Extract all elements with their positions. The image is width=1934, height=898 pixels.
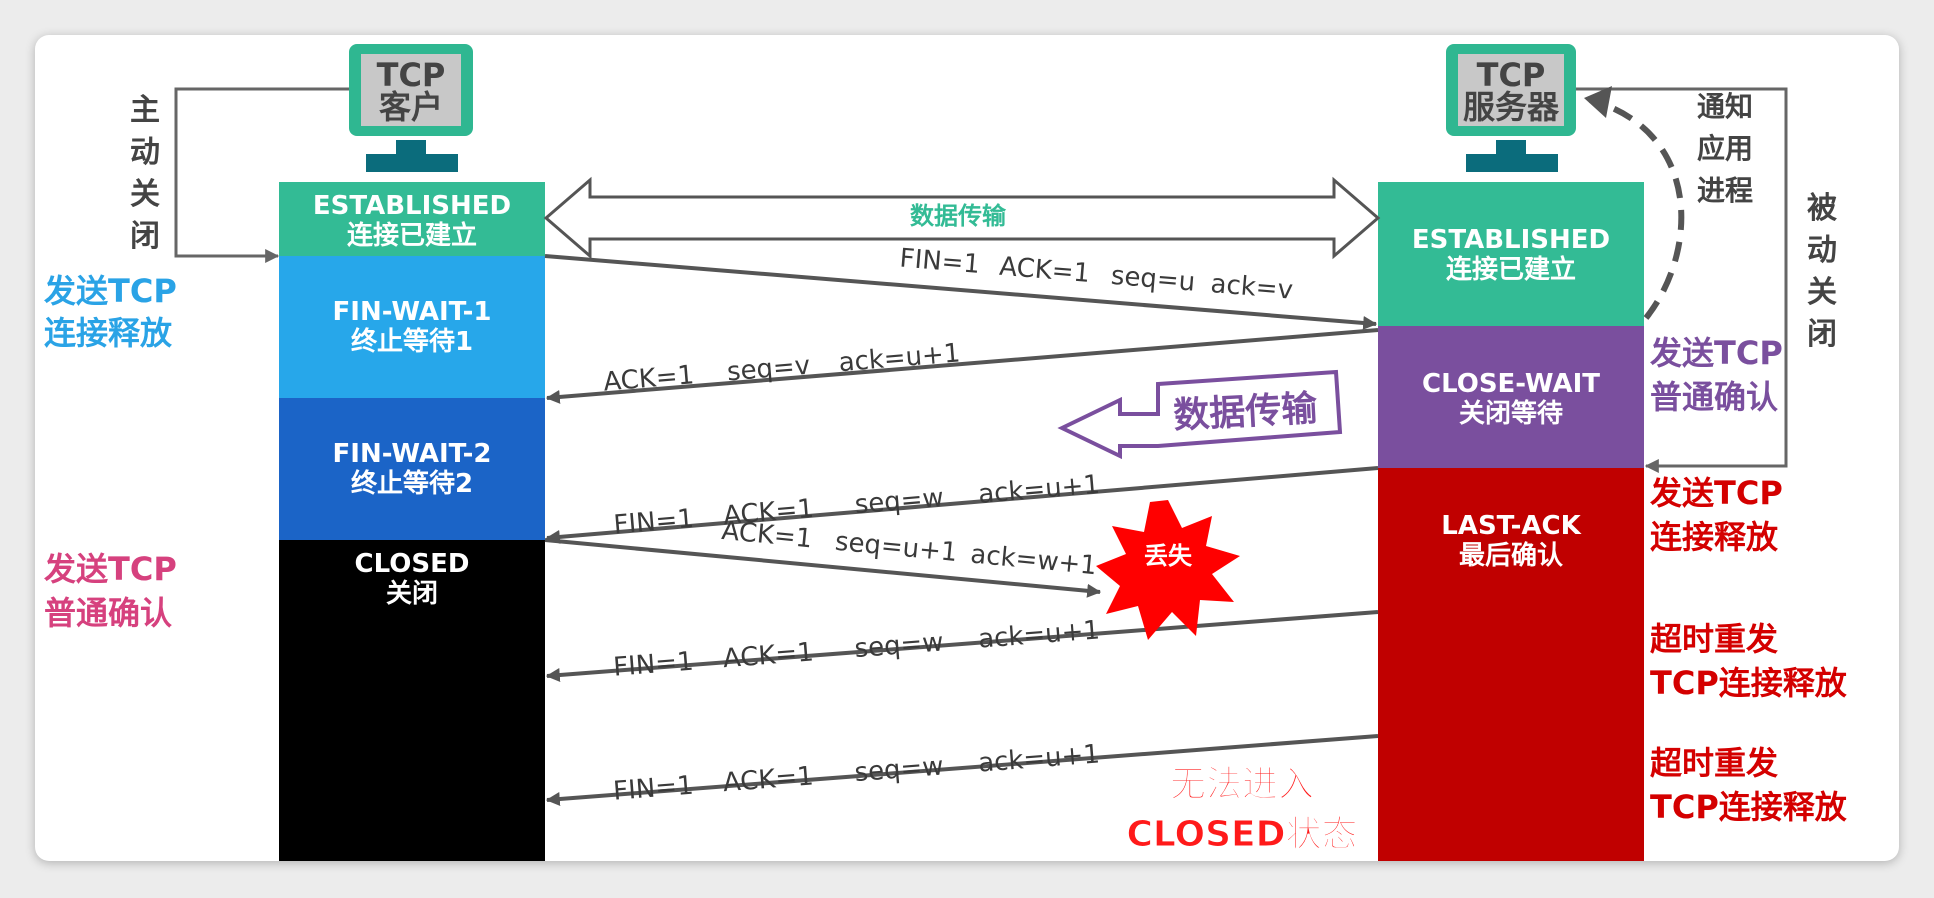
svg-text:ACK=1: ACK=1 (722, 761, 815, 798)
server-established-sub: 连接已建立 (1446, 254, 1576, 285)
client-established-sub: 连接已建立 (347, 220, 477, 251)
server-last-ack-sub: 最后确认 (1459, 540, 1563, 571)
svg-text:FIN=1: FIN=1 (612, 647, 694, 683)
svg-text:ack=v: ack=v (1209, 269, 1294, 306)
client-fin-wait-1-name: FIN-WAIT-1 (333, 297, 492, 327)
client-closed-sub: 关闭 (386, 579, 438, 609)
svg-text:FIN=1: FIN=1 (612, 504, 695, 541)
msg-label-fin-client: FIN=1 ACK=1 seq=u ack=v (898, 243, 1294, 305)
diagram-card: TCP 客户 TCP 服务器 主 动 关 闭 被 动 关 闭 通知 应用 进程 (35, 35, 1899, 861)
msg-label-fin-retransmit-2: FIN=1 ACK=1 seq=w ack=u+1 (612, 739, 1101, 806)
client-fin-wait-2-sub: 终止等待2 (351, 468, 473, 499)
active-close-char-3: 关 (130, 177, 160, 212)
data-transfer-double-arrow: 数据传输 (543, 176, 1381, 260)
left-note-release-line2: 连接释放 (44, 314, 173, 352)
data-transfer-label: 数据传输 (910, 202, 1007, 230)
svg-text:seq=v: seq=v (726, 351, 811, 388)
cannot-enter-closed-note: 无法进入 CLOSED状态 (1126, 764, 1358, 856)
passive-close-char-1: 被 (1807, 191, 1837, 226)
notify-app-line3: 进程 (1697, 174, 1753, 207)
svg-text:ack=u+1: ack=u+1 (977, 470, 1101, 510)
svg-text:FIN=1: FIN=1 (612, 771, 694, 807)
server-close-wait-sub: 关闭等待 (1459, 398, 1563, 429)
server-state-column: ESTABLISHED 连接已建立 CLOSE-WAIT 关闭等待 LAST-A… (1378, 182, 1644, 861)
svg-text:ack=u+1: ack=u+1 (837, 338, 961, 378)
right-note-ack-line1: 发送TCP (1650, 334, 1783, 372)
passive-close-char-4: 闭 (1807, 317, 1837, 352)
svg-text:seq=w: seq=w (854, 483, 945, 520)
server-last-ack-name: LAST-ACK (1441, 511, 1581, 541)
right-note-retransmit-1-line1: 超时重发 (1650, 620, 1778, 658)
server-data-transfer-callout: 数据传输 (1057, 369, 1343, 460)
passive-close-char-2: 动 (1807, 233, 1837, 268)
cannot-enter-line2: CLOSED状态 (1126, 814, 1357, 855)
right-note-release-line2: 连接释放 (1650, 518, 1779, 556)
svg-text:seq=w: seq=w (854, 627, 945, 664)
svg-text:seq=u+1: seq=u+1 (834, 527, 959, 568)
svg-text:ACK=1: ACK=1 (722, 637, 815, 674)
client-state-column: ESTABLISHED 连接已建立 FIN-WAIT-1 终止等待1 FIN-W… (279, 182, 545, 861)
server-close-wait-name: CLOSE-WAIT (1422, 369, 1600, 399)
lost-burst-icon: 丢失 (1096, 500, 1240, 640)
tcp-four-way-handshake-diagram: TCP 客户 TCP 服务器 主 动 关 闭 被 动 关 闭 通知 应用 进程 (44, 44, 1848, 861)
client-fin-wait-1-sub: 终止等待1 (351, 326, 473, 357)
svg-text:ack=u+1: ack=u+1 (977, 615, 1101, 654)
server-monitor-line2: 服务器 (1463, 88, 1560, 126)
svg-text:ack=w+1: ack=w+1 (969, 539, 1098, 581)
active-close-char-1: 主 (130, 93, 160, 128)
cannot-enter-line1: 无法进入 (1170, 764, 1314, 805)
right-notes: 发送TCP 普通确认 发送TCP 连接释放 超时重发 TCP连接释放 超时重发 … (1650, 334, 1848, 826)
msg-label-ack-client: ACK=1 seq=u+1 ack=w+1 (720, 516, 1098, 581)
active-close-char-4: 闭 (130, 219, 160, 254)
right-note-retransmit-2-line1: 超时重发 (1650, 744, 1778, 782)
msg-label-fin-retransmit-1: FIN=1 ACK=1 seq=w ack=u+1 (612, 615, 1101, 682)
msg-label-ack-server: ACK=1 seq=v ack=u+1 (602, 338, 961, 397)
notify-app-line2: 应用 (1697, 132, 1753, 165)
client-closed-name: CLOSED (355, 549, 470, 579)
active-close-char-2: 动 (130, 135, 160, 170)
right-note-release-line1: 发送TCP (1650, 474, 1783, 512)
client-monitor-line2: 客户 (379, 88, 443, 126)
client-fin-wait-2-name: FIN-WAIT-2 (333, 439, 492, 469)
server-monitor-icon: TCP 服务器 (1446, 44, 1576, 172)
left-notes: 发送TCP 连接释放 发送TCP 普通确认 (44, 272, 177, 632)
client-monitor-icon: TCP 客户 (349, 44, 473, 172)
left-note-ack-line2: 普通确认 (44, 594, 172, 632)
server-data-transfer-label: 数据传输 (1172, 388, 1319, 437)
left-note-release-line1: 发送TCP (44, 272, 177, 310)
passive-close-char-3: 关 (1807, 275, 1837, 310)
right-note-retransmit-2-line2: TCP连接释放 (1650, 788, 1848, 826)
svg-text:ack=u+1: ack=u+1 (977, 739, 1101, 778)
client-established-name: ESTABLISHED (313, 191, 511, 221)
server-established-name: ESTABLISHED (1412, 225, 1610, 255)
right-note-retransmit-1-line2: TCP连接释放 (1650, 664, 1848, 702)
right-note-ack-line2: 普通确认 (1650, 378, 1778, 416)
left-note-ack-line1: 发送TCP (44, 550, 177, 588)
svg-text:FIN=1: FIN=1 (898, 243, 981, 279)
notify-app-line1: 通知 (1697, 90, 1753, 123)
svg-text:ACK=1: ACK=1 (998, 252, 1091, 289)
svg-text:seq=u: seq=u (1110, 261, 1196, 298)
svg-text:ACK=1: ACK=1 (602, 360, 695, 397)
lost-label: 丢失 (1144, 542, 1193, 570)
svg-text:seq=w: seq=w (853, 751, 944, 788)
